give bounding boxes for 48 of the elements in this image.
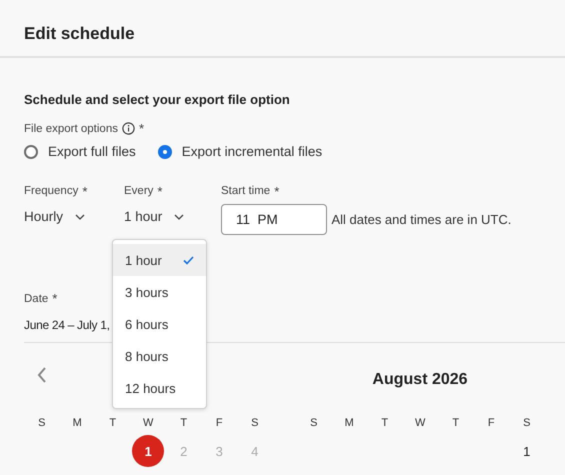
radio-button[interactable]	[24, 144, 38, 158]
weekday-label: M	[72, 417, 82, 429]
weekday-label: S	[251, 417, 258, 429]
weekday-label: F	[216, 417, 223, 429]
required-mark: *	[138, 121, 144, 136]
weekday-label: F	[488, 417, 495, 429]
month-title: August 2026	[372, 371, 468, 389]
weekday-label: S	[310, 417, 318, 429]
time-input-field[interactable]: 11 PM	[221, 204, 327, 235]
required-mark: *	[82, 184, 88, 198]
field-label: Start time	[221, 185, 270, 197]
checkmark-icon	[183, 256, 194, 264]
radio-label: Export full files	[48, 144, 136, 159]
frequency-dropdown[interactable]: Hourly	[24, 209, 86, 224]
weekday-label: S	[38, 417, 46, 429]
menu-item[interactable]: 6 hours	[113, 308, 206, 340]
menu-item[interactable]: 8 hours	[113, 340, 206, 372]
date-range-field[interactable]: June 24 – July 1,	[24, 318, 110, 332]
field-label: Frequency	[24, 185, 78, 197]
info-icon[interactable]	[122, 122, 135, 135]
required-mark: *	[157, 184, 162, 198]
calendar-day[interactable]: 1	[132, 435, 164, 467]
radio-option[interactable]: Export full files	[24, 144, 136, 159]
weekday-label: T	[180, 417, 188, 429]
weekday-label: W	[143, 417, 154, 429]
weekday-label: T	[109, 417, 116, 429]
field-label: Every	[124, 185, 154, 197]
dialog-title: Edit schedule	[24, 24, 135, 44]
weekday-label: T	[381, 417, 388, 429]
menu-item[interactable]: 12 hours	[113, 372, 206, 404]
weekday-label: S	[523, 417, 530, 429]
interval-dropdown[interactable]: 1 hour	[124, 209, 184, 224]
required-mark: *	[52, 291, 58, 306]
radio-button[interactable]	[158, 144, 172, 158]
weekday-label: M	[344, 417, 354, 429]
chevron-down-icon	[174, 214, 184, 220]
field-label: File export options	[24, 122, 118, 134]
required-mark: *	[274, 184, 280, 198]
chevron-left-icon[interactable]	[37, 367, 47, 383]
section-title: Schedule and select your export file option	[24, 92, 290, 107]
calendar-day[interactable]: 1	[510, 435, 543, 467]
weekday-label: T	[452, 417, 460, 429]
menu-item[interactable]: 3 hours	[113, 276, 206, 308]
chevron-down-icon	[75, 214, 86, 220]
field-label: Date	[24, 292, 48, 304]
timezone-note: All dates and times are in UTC.	[331, 212, 512, 227]
weekday-label: W	[415, 417, 426, 429]
menu-item[interactable]: 1 hour	[113, 244, 206, 276]
